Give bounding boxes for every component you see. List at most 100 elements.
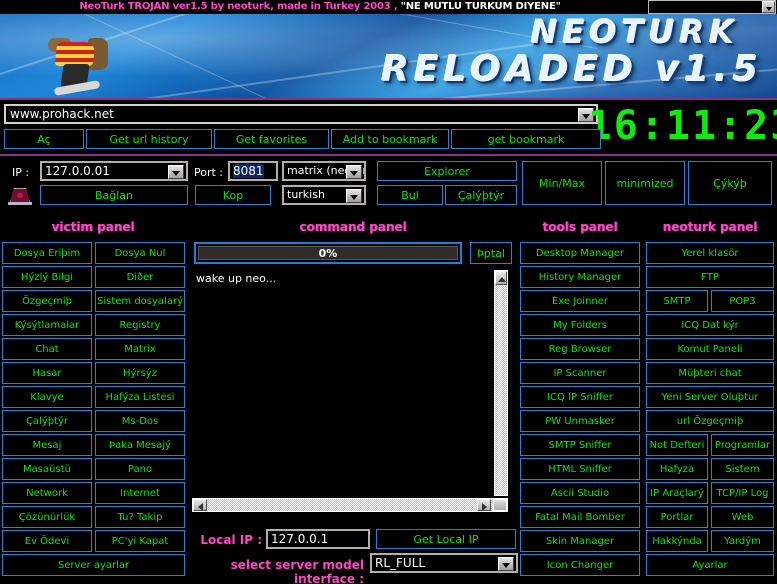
victim-button-dosya-nul[interactable]: Dosya Nul [95,242,185,264]
language-select[interactable]: turkish [282,185,366,205]
chevron-down-icon[interactable] [498,557,514,571]
victim-button-chat[interactable]: Chat [2,338,92,360]
url-button-a[interactable]: Aç [4,129,84,149]
victim-button-ev-devi-label: Ev Ödevi [25,536,69,547]
neoturk-button-portlar[interactable]: Portlar [646,506,708,528]
neoturk-button-icq-dat-k-r[interactable]: ICQ Dat kýr [646,314,774,336]
victim-button-masa-st[interactable]: Masaüstü [2,458,92,480]
tools-button-skin-manager[interactable]: Skin Manager [520,530,640,552]
victim-button-matrix[interactable]: Matrix [95,338,185,360]
cancel-button[interactable]: Þptal [470,242,512,264]
victim-button-ev-devi[interactable]: Ev Ödevi [2,530,92,552]
port-input[interactable]: 8081 [228,161,278,181]
titlebar-combo[interactable] [648,0,776,14]
local-ip-input[interactable]: 127.0.0.1 [266,529,370,549]
neoturk-button-url-zge-mi[interactable]: url Özgeçmiþ [646,410,774,432]
chevron-down-icon[interactable] [762,1,775,13]
victim-button-k-s-tlamalar[interactable]: Kýsýtlamalar [2,314,92,336]
neoturk-button-web[interactable]: Web [711,506,774,528]
tools-button-ip-scanner[interactable]: IP Scanner [520,362,640,384]
neoturk-button-m-teri-chat[interactable]: Müþteri chat [646,362,774,384]
victim-button-haf-za-listesi[interactable]: Hafýza Listesi [95,386,185,408]
neoturk-button-sistem[interactable]: Sistem [711,458,774,480]
victim-button-h-zl-bilgi[interactable]: Hýzlý Bilgi [2,266,92,288]
victim-button-network[interactable]: Network [2,482,92,504]
scroll-left-arrow-icon[interactable] [193,499,207,511]
tools-button-pw-unmasker[interactable]: PW Unmasker [520,410,640,432]
neoturk-button-ayarlar[interactable]: Ayarlar [646,554,774,576]
explorer-button[interactable]: Explorer [377,161,517,181]
neoturk-button-ip-ara-lar[interactable]: IP Araçlarý [646,482,708,504]
tools-button-my-folders[interactable]: My Folders [520,314,640,336]
connect-button[interactable]: Bağlan [40,185,188,205]
tools-button-reg-browser[interactable]: Reg Browser [520,338,640,360]
neoturk-button-yeni-server-olu-tur[interactable]: Yeni Server Oluþtur [646,386,774,408]
ip-input[interactable]: 127.0.0.01 [40,161,188,181]
find-button[interactable]: Bul [377,185,443,205]
url-button-get-url-history-label: Get url history [110,133,189,146]
chevron-down-icon[interactable] [346,165,362,179]
neoturk-button-hafyza[interactable]: Hafyza [646,458,708,480]
victim-button-h-rs-z[interactable]: Hýrsýz [95,362,185,384]
victim-button-dosya-eri-im[interactable]: Dosya Eriþim [2,242,92,264]
cancel-button-label: Þptal [477,247,505,260]
neoturk-button-programlar[interactable]: Programlar [711,434,774,456]
chevron-down-icon[interactable] [346,189,362,203]
tools-button-icq-ip-sniffer[interactable]: ICQ IP Sniffer [520,386,640,408]
victim-button-internet[interactable]: Internet [95,482,185,504]
neoturk-button-tcp-ip-log[interactable]: TCP/IP Log [711,482,774,504]
url-button-get-bookmark[interactable]: get bookmark [451,129,601,149]
victim-button-klavye[interactable]: Klavye [2,386,92,408]
victim-button-sistem-dosyalar-label: Sistem dosyalarý [97,296,183,307]
exit-button[interactable]: Çýkýþ [688,161,772,205]
tools-button-history-manager[interactable]: History Manager [520,266,640,288]
disconnect-button[interactable]: Kop [195,185,271,205]
victim-button-hasar[interactable]: Hasar [2,362,92,384]
scroll-up-arrow-icon[interactable] [495,271,507,285]
url-button-add-to-bookmark[interactable]: Add to bookmark [331,129,449,149]
neoturk-button-not-defteri[interactable]: Not Defteri [646,434,708,456]
victim-button-pano[interactable]: Pano [95,458,185,480]
victim-button-registry[interactable]: Registry [95,314,185,336]
victim-button-al-t-r[interactable]: Çalýþtýr [2,410,92,432]
minmax-button[interactable]: Min/Max [522,161,602,205]
command-log[interactable]: wake up neo... [192,270,508,510]
victim-button-pc-yi-kapat[interactable]: PC'yi Kapat [95,530,185,552]
log-horizontal-scrollbar[interactable] [192,498,508,512]
tools-button-exe-joinner-label: Exe Joinner [552,296,608,307]
profile-select[interactable]: matrix (neoturk) [282,161,366,181]
neoturk-button-komut-paneli[interactable]: Komut Paneli [646,338,774,360]
server-model-select[interactable]: RL_FULL [370,553,518,573]
victim-button-mesaj[interactable]: Mesaj [2,434,92,456]
run-button[interactable]: Çalýþtýr [445,185,517,205]
tools-button-html-sniffer[interactable]: HTML Sniffer [520,458,640,480]
url-input[interactable]: www.prohack.net [4,104,598,124]
scroll-right-arrow-icon[interactable] [477,499,491,511]
neoturk-button-yard-m[interactable]: Yardým [711,530,774,552]
minimized-button[interactable]: minimized [605,161,685,205]
victim-button-tu-takip[interactable]: Tu? Takip [95,506,185,528]
tools-button-exe-joinner[interactable]: Exe Joinner [520,290,640,312]
neoturk-button-ftp[interactable]: FTP [646,266,774,288]
neoturk-button-pop3[interactable]: POP3 [711,290,774,312]
victim-button-sistem-dosyalar[interactable]: Sistem dosyalarý [95,290,185,312]
victim-button-ms-dos[interactable]: Ms-Dos [95,410,185,432]
tools-button-fatal-mail-bomber[interactable]: Fatal Mail Bomber [520,506,640,528]
tools-button-desktop-manager[interactable]: Desktop Manager [520,242,640,264]
url-button-get-favorites[interactable]: Get favorites [214,129,329,149]
victim-button-server-ayarlar[interactable]: Server ayarlar [2,554,185,576]
tools-button-smtp-sniffer[interactable]: SMTP Sniffer [520,434,640,456]
victim-button-zge-mi[interactable]: Özgeçmiþ [2,290,92,312]
get-local-ip-button[interactable]: Get Local IP [376,529,516,549]
neoturk-button-smtp[interactable]: SMTP [646,290,708,312]
neoturk-button-yerel-klas-r[interactable]: Yerel klasör [646,242,774,264]
tools-button-ascii-studio[interactable]: Ascii Studio [520,482,640,504]
tools-button-icon-changer[interactable]: Icon Changer [520,554,640,576]
victim-button-aka-mesaj[interactable]: Þaka Mesajý [95,434,185,456]
log-vertical-scrollbar[interactable] [494,270,508,496]
url-button-get-url-history[interactable]: Get url history [86,129,212,149]
victim-button-di-er[interactable]: Diðer [95,266,185,288]
chevron-down-icon[interactable] [168,165,184,179]
neoturk-button-hakk-nda[interactable]: Hakkýnda [646,530,708,552]
victim-button-z-n-rl-k[interactable]: Çözünürlük [2,506,92,528]
